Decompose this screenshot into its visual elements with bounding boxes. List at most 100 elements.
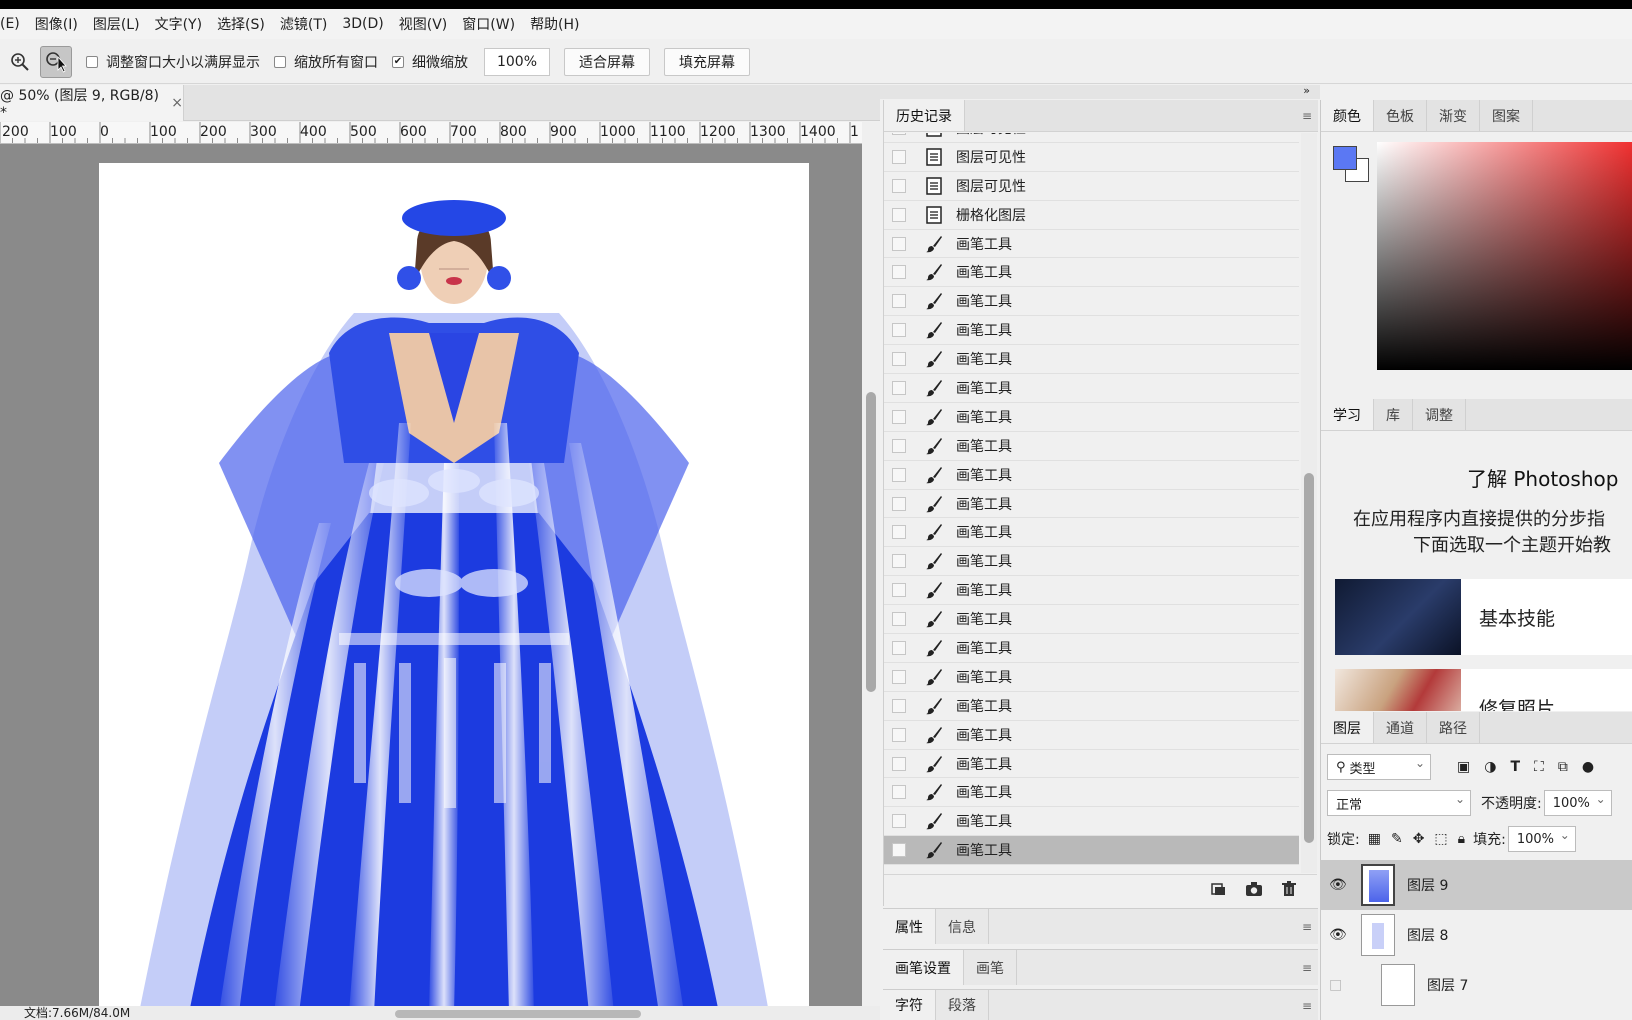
history-snapshot-checkbox[interactable] xyxy=(892,207,906,222)
filter-toggle-icon[interactable]: ● xyxy=(1582,759,1594,775)
history-item[interactable]: 画笔工具 xyxy=(884,547,1299,577)
image-filter-icon[interactable]: ▣ xyxy=(1457,759,1470,775)
visibility-eye-icon[interactable]: 👁︎ xyxy=(1329,877,1349,893)
history-snapshot-checkbox[interactable] xyxy=(892,756,906,771)
history-item[interactable]: 画笔工具 xyxy=(884,316,1299,346)
tab-character[interactable]: 字符 xyxy=(883,990,936,1020)
menu-image[interactable]: 图像(I) xyxy=(35,14,85,34)
history-item[interactable]: 画笔工具 xyxy=(884,836,1299,866)
tab-brush-settings[interactable]: 画笔设置 xyxy=(883,950,964,985)
fit-screen-button[interactable]: 适合屏幕 xyxy=(564,47,650,76)
menu-3d[interactable]: 3D(D) xyxy=(342,16,390,32)
history-item[interactable]: 图层可见性 xyxy=(884,143,1299,172)
history-item[interactable]: 画笔工具 xyxy=(884,750,1299,779)
canvas-vertical-scrollbar[interactable] xyxy=(862,122,880,1010)
history-item[interactable]: 画笔工具 xyxy=(884,287,1299,317)
history-item[interactable]: 画笔工具 xyxy=(884,605,1299,635)
history-snapshot-checkbox[interactable] xyxy=(892,640,906,655)
tab-gradients[interactable]: 渐变 xyxy=(1427,100,1480,131)
tab-properties[interactable]: 属性 xyxy=(883,909,936,944)
lock-position-icon[interactable]: ✥ xyxy=(1413,831,1425,847)
scrubby-zoom-checkbox[interactable]: ✔ 细微缩放 xyxy=(392,52,468,72)
history-item[interactable]: 画笔工具 xyxy=(884,345,1299,375)
history-snapshot-checkbox[interactable] xyxy=(892,698,906,713)
canvas-area[interactable] xyxy=(0,144,862,1010)
history-snapshot-checkbox[interactable] xyxy=(892,814,906,829)
layer-row[interactable]: 👁︎ 图层 9 xyxy=(1321,860,1632,910)
layer-name[interactable]: 图层 7 xyxy=(1427,975,1468,995)
history-item[interactable]: 画笔工具 xyxy=(884,432,1299,461)
trash-icon[interactable] xyxy=(1281,880,1297,901)
history-snapshot-checkbox[interactable] xyxy=(892,438,906,453)
panel-menu-icon[interactable]: ≡ xyxy=(1302,999,1312,1013)
history-item[interactable]: 画笔工具 xyxy=(884,807,1299,837)
history-item[interactable]: 画笔工具 xyxy=(884,518,1299,548)
menu-view[interactable]: 视图(V) xyxy=(399,14,455,34)
layer-name[interactable]: 图层 9 xyxy=(1407,875,1448,895)
history-snapshot-checkbox[interactable] xyxy=(892,727,906,742)
history-item[interactable]: 栅格化图层 xyxy=(884,201,1299,230)
history-snapshot-checkbox[interactable] xyxy=(892,236,906,251)
history-item[interactable]: 画笔工具 xyxy=(884,403,1299,432)
tab-swatches[interactable]: 色板 xyxy=(1374,100,1427,131)
fill-screen-button[interactable]: 填充屏幕 xyxy=(664,47,750,76)
history-snapshot-checkbox[interactable] xyxy=(892,409,906,424)
history-item[interactable]: 画笔工具 xyxy=(884,721,1299,750)
history-snapshot-checkbox[interactable] xyxy=(892,294,906,309)
smart-object-filter-icon[interactable]: ⧉ xyxy=(1558,759,1568,775)
menu-window[interactable]: 窗口(W) xyxy=(462,14,522,34)
tab-info[interactable]: 信息 xyxy=(936,909,989,944)
tab-libraries[interactable]: 库 xyxy=(1374,399,1413,430)
zoom-out-icon[interactable] xyxy=(40,45,72,78)
tab-paragraph[interactable]: 段落 xyxy=(936,990,989,1020)
lock-paint-icon[interactable]: ✎ xyxy=(1391,831,1403,847)
panel-menu-icon[interactable]: ≡ xyxy=(1302,920,1312,934)
fill-field[interactable]: 100% xyxy=(1507,826,1576,852)
menu-filter[interactable]: 滤镜(T) xyxy=(280,14,334,34)
close-icon[interactable]: × xyxy=(171,95,183,111)
panel-menu-icon[interactable]: ≡ xyxy=(1302,109,1312,123)
zoom-in-icon[interactable] xyxy=(4,46,36,78)
learn-card-basics[interactable]: 基本技能 xyxy=(1335,579,1632,655)
history-snapshot-checkbox[interactable] xyxy=(892,178,906,193)
tab-color[interactable]: 颜色 xyxy=(1321,100,1374,131)
opacity-field[interactable]: 100% xyxy=(1543,790,1612,816)
lock-artboard-icon[interactable]: ⬚ xyxy=(1434,831,1447,847)
menu-select[interactable]: 选择(S) xyxy=(217,14,272,34)
tab-paths[interactable]: 路径 xyxy=(1427,712,1480,743)
layer-filter-select[interactable]: ⚲ 类型 xyxy=(1327,754,1431,780)
color-picker-field[interactable] xyxy=(1377,142,1632,370)
history-scrollbar[interactable] xyxy=(1301,133,1317,873)
canvas-horizontal-scrollbar[interactable] xyxy=(395,1010,641,1018)
history-item[interactable]: 图层可见性 xyxy=(884,133,1299,143)
layer-row[interactable]: 👁︎ 图层 8 xyxy=(1321,910,1632,960)
visibility-off-icon[interactable]: □ xyxy=(1329,977,1349,993)
history-snapshot-checkbox[interactable] xyxy=(892,785,906,800)
tab-history[interactable]: 历史记录 xyxy=(884,100,965,131)
history-item[interactable]: 画笔工具 xyxy=(884,634,1299,663)
history-item[interactable]: 画笔工具 xyxy=(884,490,1299,519)
resize-windows-checkbox[interactable]: 调整窗口大小以满屏显示 xyxy=(86,52,260,72)
lock-transparent-icon[interactable]: ▦ xyxy=(1368,831,1381,847)
tab-learn[interactable]: 学习 xyxy=(1321,399,1374,430)
history-snapshot-checkbox[interactable] xyxy=(892,380,906,395)
history-item[interactable]: 画笔工具 xyxy=(884,663,1299,692)
tab-patterns[interactable]: 图案 xyxy=(1480,100,1533,131)
zoom-value-field[interactable]: 100% xyxy=(484,47,550,76)
tab-adjustments[interactable]: 调整 xyxy=(1413,399,1466,430)
scrollbar-thumb[interactable] xyxy=(866,392,876,692)
visibility-eye-icon[interactable]: 👁︎ xyxy=(1329,927,1349,943)
collapse-panels-icon[interactable]: » xyxy=(880,85,1320,99)
history-item[interactable]: 画笔工具 xyxy=(884,258,1299,288)
history-snapshot-checkbox[interactable] xyxy=(892,496,906,511)
history-snapshot-checkbox[interactable] xyxy=(892,669,906,684)
shape-filter-icon[interactable]: ⛶ xyxy=(1534,759,1544,775)
blend-mode-select[interactable]: 正常 xyxy=(1327,790,1471,816)
menu-layer[interactable]: 图层(L) xyxy=(93,14,147,34)
document-tab[interactable]: @ 50% (图层 9, RGB/8) * × xyxy=(0,85,184,121)
learn-card-fix-photos[interactable]: 修复照片 xyxy=(1335,669,1632,711)
history-item[interactable]: 画笔工具 xyxy=(884,576,1299,606)
history-snapshot-checkbox[interactable] xyxy=(892,843,906,858)
new-document-from-state-icon[interactable] xyxy=(1209,881,1227,901)
layer-row[interactable]: □ 图层 7 xyxy=(1321,960,1632,1010)
